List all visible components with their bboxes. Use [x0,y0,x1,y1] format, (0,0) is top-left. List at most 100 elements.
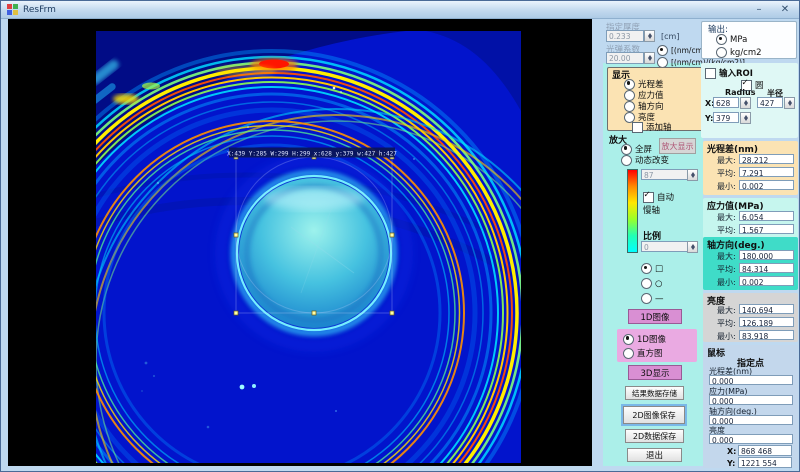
roi-handle [390,233,394,237]
roi-x-spinner[interactable] [740,97,751,109]
display-group: 显示 光程差 应力值 轴方向 亮度 添加轴 [607,67,709,131]
max-label: 最大: [717,155,736,166]
brightness-avg-field: 126.189 [739,317,794,327]
mouse-y-field: 1221 554 [738,457,792,468]
mouse-brightness-field: 0.000 [709,434,793,444]
radio-icon [623,348,634,359]
app-icon [7,4,18,15]
image-1d-button[interactable]: 1D图像 [628,309,682,324]
mouse-y-label: Y: [727,459,735,468]
slow-axis-label: 慢轴 [643,204,660,216]
coefficient-spinner[interactable] [644,52,655,64]
output-mpa-radio[interactable]: MPa [716,34,747,45]
exit-button[interactable]: 退出 [627,448,682,462]
radio-icon [624,79,635,90]
add-axis-checkbox[interactable]: 添加轴 [632,121,672,133]
stress-avg-field: 1.567 [739,224,794,234]
roi-y-field[interactable]: 379 [713,112,739,123]
mouse-x-label: X: [727,447,736,456]
scale-spinner[interactable] [687,241,698,253]
avg-label: 平均: [717,225,736,236]
radio-icon [641,278,652,289]
color-scale-bar [627,169,638,253]
radio-icon [657,45,668,56]
plot-1d-radio[interactable]: 1D图像 [623,333,666,345]
window-title: ResFrm [23,5,56,15]
max-label: 最大: [717,251,736,262]
radio-icon [624,90,635,101]
roi-radius-field[interactable]: 427 [757,97,783,108]
marker-circle-radio[interactable]: ○ [641,278,662,289]
radio-icon [716,47,727,58]
radio-icon [716,34,727,45]
brightness-min-field: 83.918 [739,330,794,340]
min-label: 最小: [717,277,736,288]
axis-min-field: 0.002 [739,276,794,286]
mouse-x-field: 868 468 [738,445,792,456]
thickness-field[interactable]: 0.233 [606,30,644,42]
save-result-button[interactable]: 结果数据存储 [625,386,684,400]
measurement-image[interactable]: X:439 Y:285 W:299 H:299 x:628 y:379 w:42… [96,31,521,463]
axis-avg-field: 84.314 [739,263,794,273]
plot-histogram-radio[interactable]: 直方图 [623,347,663,359]
roi-panel: 输入ROI 圆 Radius 半径 X: 628 427 Y: 379 [701,63,798,138]
max-label: 最大: [717,212,736,223]
app-window: ResFrm – ✕ [0,0,800,472]
brightness-max-field: 140.694 [739,304,794,314]
checkbox-icon [632,122,643,133]
avg-label: 平均: [717,318,736,329]
roi-radius-spinner[interactable] [784,97,795,109]
radio-icon [641,293,652,304]
mouse-axis-field: 0.000 [709,415,793,425]
roi-annotation: X:439 Y:285 W:299 H:299 x:628 y:379 w:42… [227,150,397,157]
title-bar: ResFrm – ✕ [1,1,799,19]
axis-stats-box: 轴方向(deg.) 最大: 180.000 平均: 84.314 最小: 0.0… [703,237,798,290]
plot-mode-panel: 1D图像 直方图 [617,329,697,362]
avg-label: 平均: [717,264,736,275]
radio-icon [624,101,635,112]
output-kg-radio[interactable]: kg/cm2 [716,47,762,58]
min-label: 最小: [717,331,736,342]
marker-line-radio[interactable]: — [641,293,664,304]
image-canvas[interactable]: X:439 Y:285 W:299 H:299 x:628 y:379 w:42… [8,19,592,466]
roi-y-spinner[interactable] [740,112,751,124]
brightness-stats-box: 亮度 最大: 140.694 平均: 126.189 最小: 83.918 [703,293,798,342]
retardation-stats-box: 光程差(nm) 最大: 28.212 平均: 7.291 最小: 0.002 [703,141,798,195]
avg-label: 平均: [717,168,736,179]
radio-icon [641,263,652,274]
axis-max-field: 180.000 [739,250,794,260]
radio-icon [621,155,632,166]
zoom-show-button[interactable]: 放大显示 [659,138,696,154]
roi-handle [234,311,238,315]
retardation-avg-field: 7.291 [739,167,794,177]
stress-max-field: 6.054 [739,211,794,221]
output-group: 输出: MPa kg/cm2 [701,21,797,59]
level-spinner[interactable] [687,169,698,181]
checkbox-icon [643,192,654,203]
display-3d-button[interactable]: 3D显示 [628,365,682,380]
retardation-min-field: 0.002 [739,180,794,190]
thickness-unit-label: [cm] [661,32,679,41]
min-label: 最小: [717,181,736,192]
radio-icon [623,334,634,345]
close-button[interactable]: ✕ [777,4,793,15]
roi-handle [234,233,238,237]
mouse-stress-field: 0.000 [709,395,793,405]
roi-x-field[interactable]: 628 [713,97,739,108]
max-label: 最大: [717,305,736,316]
minimize-button[interactable]: – [751,4,767,15]
thickness-spinner[interactable] [644,30,655,42]
checkbox-icon [705,68,716,79]
roi-handle [390,311,394,315]
mouse-retardation-field: 0.000 [709,375,793,385]
mouse-panel: 鼠标 指定点 光程差(nm) 0.000 应力(MPa) 0.000 轴方向(d… [703,345,798,468]
zoom-dynamic-radio[interactable]: 动态改变 [621,154,669,166]
auto-checkbox[interactable]: 自动 [643,191,674,203]
coefficient-field[interactable]: 20.00 [606,52,644,64]
save-2d-image-button[interactable]: 2D图像保存 [623,406,685,424]
roi-handle [312,311,316,315]
save-2d-data-button[interactable]: 2D数据保存 [625,429,684,443]
marker-square-radio[interactable]: □ [641,263,663,274]
retardation-max-field: 28.212 [739,154,794,164]
radio-icon [621,144,632,155]
